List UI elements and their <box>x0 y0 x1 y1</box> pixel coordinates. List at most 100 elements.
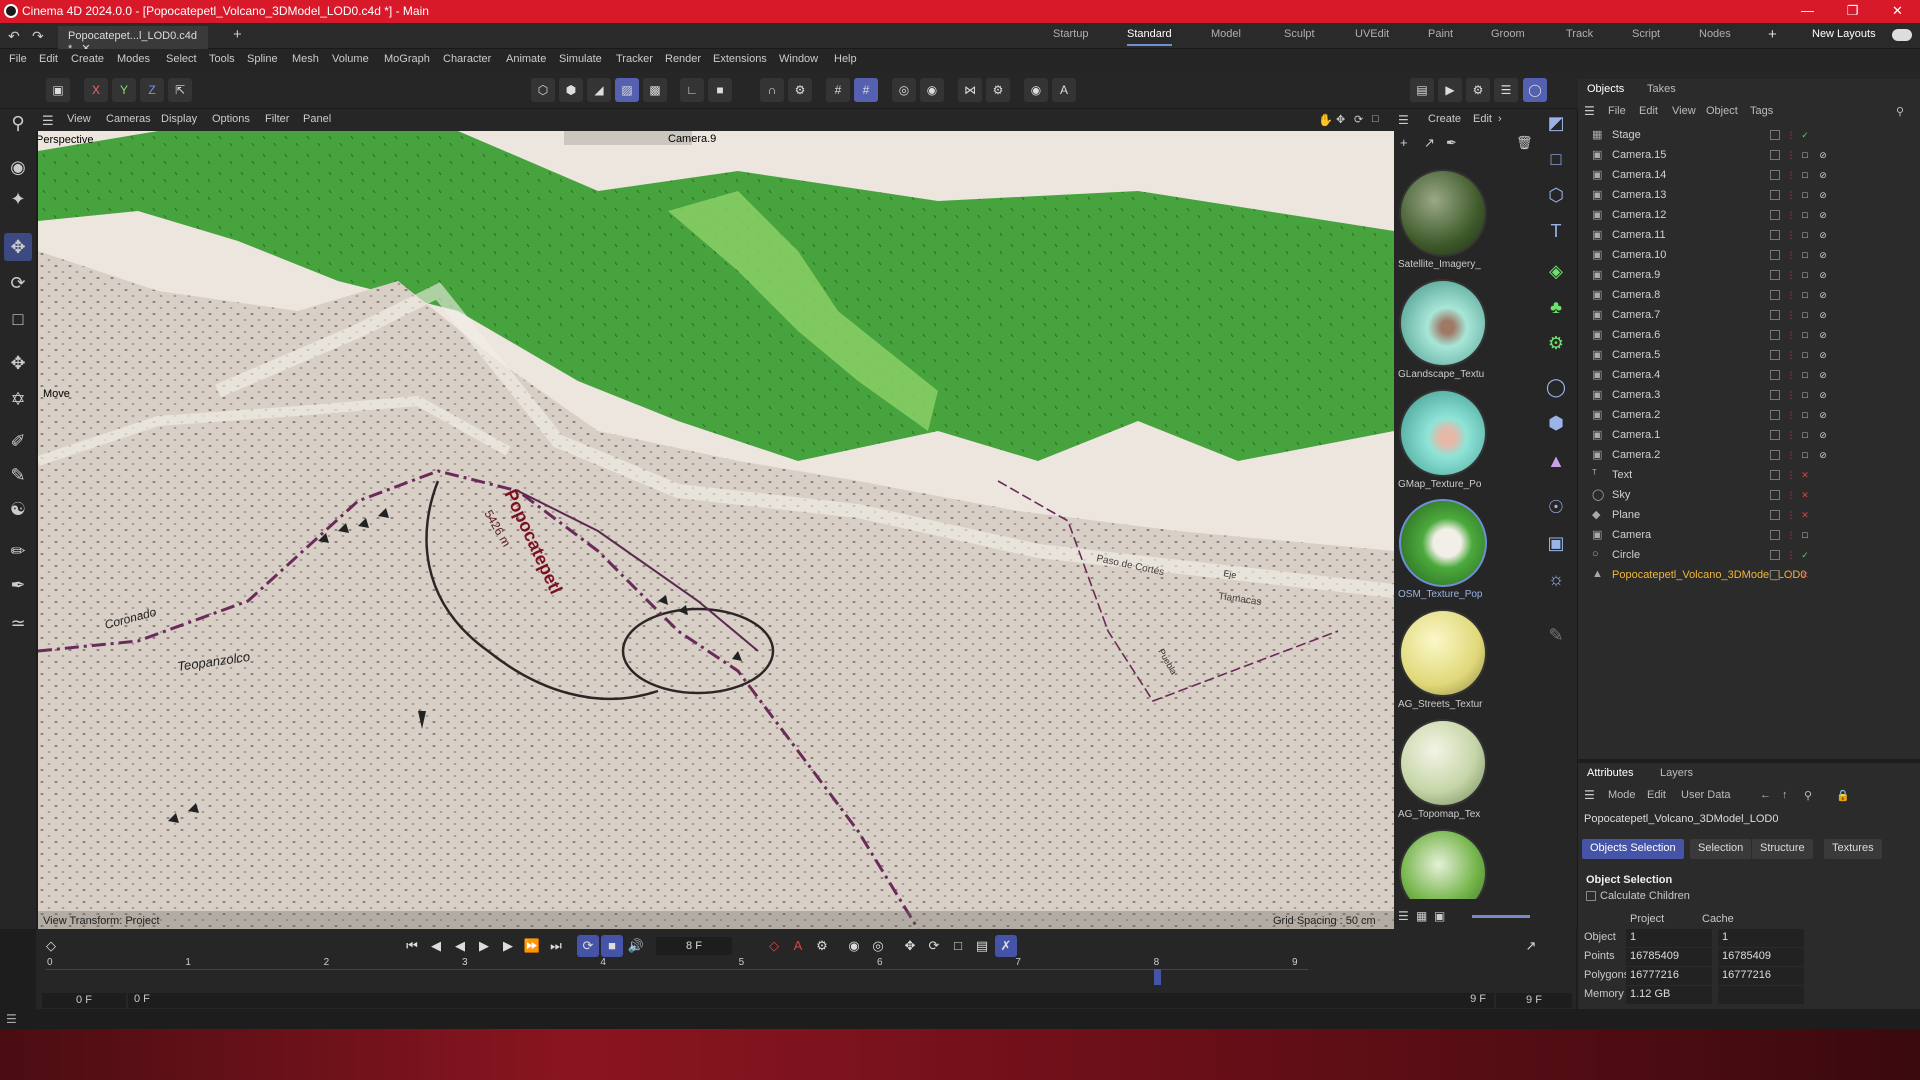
pen-icon[interactable]: ✎ <box>1542 621 1570 649</box>
protection-tag-icon[interactable] <box>1818 570 1828 580</box>
subtab-structure[interactable]: Structure <box>1752 839 1813 859</box>
menu-window[interactable]: Window <box>779 53 818 65</box>
undo-icon[interactable]: ↶ <box>8 28 20 45</box>
layout-sculpt[interactable]: Sculpt <box>1284 28 1315 40</box>
tab-document[interactable]: Popocatepet...l_LOD0.c4d * ✕ <box>58 26 208 55</box>
add-layout-icon[interactable]: + <box>1768 26 1777 43</box>
object-row[interactable]: ▣ Camera.6 ⋮ □ ⊘ <box>1578 326 1920 346</box>
attr-menu-edit[interactable]: Edit <box>1647 789 1666 801</box>
mat-menu-edit[interactable]: Edit <box>1473 113 1492 125</box>
layout-toggle[interactable] <box>1892 29 1912 41</box>
link-icon[interactable]: ↗ <box>1424 135 1435 151</box>
tab-takes[interactable]: Takes <box>1647 83 1676 95</box>
3d-viewport[interactable]: Popocatepetl 5426 m Paso de Cortés Tlama… <box>38 131 1394 929</box>
protection-tag-icon[interactable]: ⊘ <box>1818 430 1828 440</box>
layer-checkbox[interactable] <box>1770 430 1780 440</box>
visibility-dots-icon[interactable]: ⋮ <box>1786 490 1796 500</box>
visibility-dots-icon[interactable]: ⋮ <box>1786 330 1796 340</box>
points-mode-icon[interactable]: ⬡ <box>531 78 555 102</box>
large-view-icon[interactable]: ▣ <box>1434 909 1445 923</box>
redo-icon[interactable]: ↷ <box>32 28 44 45</box>
menu-animate[interactable]: Animate <box>506 53 546 65</box>
scale-tool-icon[interactable]: □ <box>4 305 32 333</box>
restore-icon[interactable]: ❐ <box>1830 0 1875 23</box>
tag-icon[interactable]: ✕ <box>1800 490 1810 500</box>
field-icon[interactable]: ◯ <box>1542 373 1570 401</box>
object-row[interactable]: ▣ Camera.10 ⋮ □ ⊘ <box>1578 246 1920 266</box>
tag-icon[interactable]: □ <box>1800 390 1810 400</box>
menu-mograph[interactable]: MoGraph <box>384 53 430 65</box>
subtab-selection[interactable]: Selection <box>1690 839 1752 859</box>
snap-icon[interactable]: # <box>854 78 878 102</box>
end-frame-field[interactable]: 9 F <box>1496 993 1572 1008</box>
status-hamburger-icon[interactable]: ☰ <box>6 1012 17 1026</box>
visibility-dots-icon[interactable]: ⋮ <box>1786 570 1796 580</box>
protection-tag-icon[interactable]: ⊘ <box>1818 190 1828 200</box>
visibility-dots-icon[interactable]: ⋮ <box>1786 210 1796 220</box>
attr-search-icon[interactable]: ⚲ <box>1804 789 1812 802</box>
protection-tag-icon[interactable] <box>1818 490 1828 500</box>
obj-search-icon[interactable]: ⚲ <box>1896 105 1904 118</box>
vp-menu-display[interactable]: Display <box>161 113 197 125</box>
protection-tag-icon[interactable]: ⊘ <box>1818 330 1828 340</box>
text-object-icon[interactable]: T <box>1542 217 1570 245</box>
tag-icon[interactable]: □ <box>1800 310 1810 320</box>
layer-checkbox[interactable] <box>1770 190 1780 200</box>
rotate-tool-icon[interactable]: ⟳ <box>4 269 32 297</box>
cube-object-icon[interactable]: □ <box>1542 145 1570 173</box>
obj-menu-view[interactable]: View <box>1672 105 1696 117</box>
light-icon[interactable]: ☼ <box>1542 565 1570 593</box>
range-slider[interactable]: 0 F 9 F <box>128 993 1494 1008</box>
protection-tag-icon[interactable]: ⊘ <box>1818 210 1828 220</box>
tag-icon[interactable]: ✓ <box>1800 550 1810 560</box>
layer-checkbox[interactable] <box>1770 130 1780 140</box>
protection-tag-icon[interactable]: ⊘ <box>1818 170 1828 180</box>
back-arrow-icon[interactable]: ← <box>1760 789 1771 801</box>
render-settings-icon[interactable]: ⚙ <box>1466 78 1490 102</box>
visibility-dots-icon[interactable]: ⋮ <box>1786 190 1796 200</box>
layer-checkbox[interactable] <box>1770 230 1780 240</box>
grid-view-icon[interactable]: ▦ <box>1416 909 1427 923</box>
move-tool-icon[interactable]: ✥ <box>4 233 32 261</box>
vp-menu-cameras[interactable]: Cameras <box>106 113 151 125</box>
auto-key-icon[interactable]: A <box>1052 78 1076 102</box>
visibility-dots-icon[interactable]: ⋮ <box>1786 250 1796 260</box>
menu-tools[interactable]: Tools <box>209 53 235 65</box>
protection-tag-icon[interactable]: ⊘ <box>1818 250 1828 260</box>
visibility-dots-icon[interactable]: ⋮ <box>1786 450 1796 460</box>
layout-paint[interactable]: Paint <box>1428 28 1453 40</box>
object-row[interactable]: ▣ Camera.14 ⋮ □ ⊘ <box>1578 166 1920 186</box>
object-row[interactable]: ◯ Sky ⋮ ✕ <box>1578 486 1920 506</box>
object-row[interactable]: ◆ Plane ⋮ ✕ <box>1578 506 1920 526</box>
protection-tag-icon[interactable]: ⊘ <box>1818 290 1828 300</box>
layout-track[interactable]: Track <box>1566 28 1593 40</box>
protection-tag-icon[interactable] <box>1818 550 1828 560</box>
layer-checkbox[interactable] <box>1770 450 1780 460</box>
eyedropper-icon[interactable]: ✒ <box>1446 135 1457 151</box>
obj-menu-tags[interactable]: Tags <box>1750 105 1773 117</box>
settings-gear-icon[interactable]: ⚙ <box>788 78 812 102</box>
rotate-view-icon[interactable]: ⟳ <box>1354 113 1363 126</box>
visibility-dots-icon[interactable]: ⋮ <box>1786 530 1796 540</box>
tag-icon[interactable]: ✓ <box>1800 130 1810 140</box>
visibility-dots-icon[interactable]: ⋮ <box>1786 310 1796 320</box>
lock-icon[interactable]: 🔒 <box>1836 789 1850 802</box>
object-row[interactable]: ▣ Camera.9 ⋮ □ ⊘ <box>1578 266 1920 286</box>
symmetry-settings-icon[interactable]: ⚙ <box>986 78 1010 102</box>
lock-z-button[interactable]: Z <box>140 78 164 102</box>
active-camera-label[interactable]: Camera.9 <box>668 133 716 145</box>
object-row[interactable]: ▣ Camera.8 ⋮ □ ⊘ <box>1578 286 1920 306</box>
layer-checkbox[interactable] <box>1770 490 1780 500</box>
protection-tag-icon[interactable] <box>1818 130 1828 140</box>
visibility-dots-icon[interactable]: ⋮ <box>1786 510 1796 520</box>
tag-icon[interactable]: □ <box>1800 250 1810 260</box>
sculpt-icon[interactable]: ☯ <box>4 495 32 523</box>
object-row[interactable]: ○ Circle ⋮ ✓ <box>1578 546 1920 566</box>
tag-icon[interactable]: □ <box>1800 170 1810 180</box>
tag-icon[interactable]: □ <box>1800 230 1810 240</box>
layout-uvedit[interactable]: UVEdit <box>1355 28 1389 40</box>
subtab-textures[interactable]: Textures <box>1824 839 1882 859</box>
maximize-view-icon[interactable]: □ <box>1372 113 1379 125</box>
pen-tool-icon[interactable]: ✒ <box>4 571 32 599</box>
move-view-icon[interactable]: ✥ <box>1336 113 1345 126</box>
